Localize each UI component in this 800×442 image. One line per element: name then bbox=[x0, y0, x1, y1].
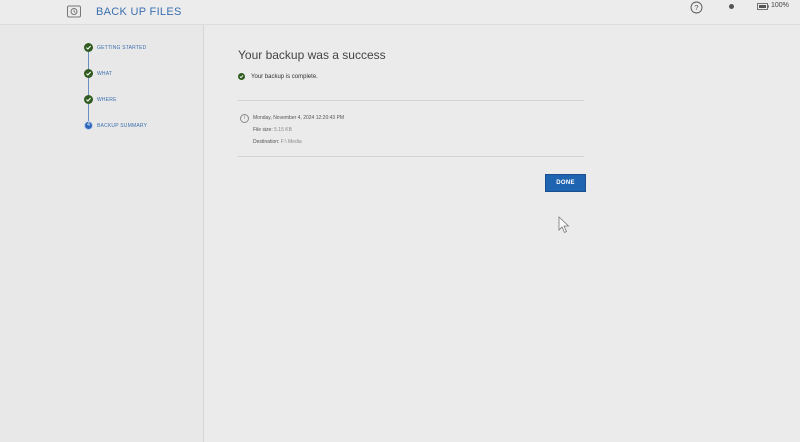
mouse-cursor-icon bbox=[558, 216, 570, 234]
wizard-sidebar bbox=[0, 25, 204, 442]
check-icon bbox=[84, 43, 93, 52]
page-title: Your backup was a success bbox=[238, 48, 386, 62]
step-label: WHAT bbox=[97, 70, 113, 77]
step-connector bbox=[88, 48, 89, 126]
divider bbox=[238, 100, 584, 101]
main-content: Your backup was a success Your backup is… bbox=[204, 25, 800, 442]
file-size-label: File size: bbox=[253, 127, 273, 133]
step-getting-started[interactable]: GETTING STARTED bbox=[84, 43, 146, 52]
backup-drive-icon bbox=[67, 5, 81, 18]
app-header: BACK UP FILES ? 100% bbox=[0, 0, 800, 25]
step-where[interactable]: WHERE bbox=[84, 95, 117, 104]
destination-label: Destination: bbox=[253, 139, 280, 145]
file-size-value: 5.15 KB bbox=[274, 127, 292, 133]
destination-value: F:\ Media bbox=[280, 139, 302, 145]
battery-level: 100% bbox=[771, 2, 789, 9]
svg-text:?: ? bbox=[694, 3, 698, 12]
step-backup-summary[interactable]: 4 BACKUP SUMMARY bbox=[84, 121, 147, 130]
success-check-icon bbox=[238, 73, 245, 80]
help-circle-icon[interactable]: ? bbox=[690, 1, 703, 14]
file-size-row: File size: 5.15 KB bbox=[253, 127, 292, 133]
step-label: GETTING STARTED bbox=[97, 44, 147, 51]
app-title: BACK UP FILES bbox=[96, 6, 182, 18]
step-what[interactable]: WHAT bbox=[84, 69, 112, 78]
status-row: Your backup is complete. bbox=[238, 73, 318, 80]
step-label: BACKUP SUMMARY bbox=[97, 122, 148, 129]
info-icon: i bbox=[240, 114, 249, 123]
status-dot-icon bbox=[729, 4, 734, 9]
backup-datetime: Monday, November 4, 2024 12:20:43 PM bbox=[253, 115, 345, 121]
step-number-icon: 4 bbox=[84, 121, 93, 130]
status-message: Your backup is complete. bbox=[251, 73, 318, 80]
check-icon bbox=[84, 95, 93, 104]
check-icon bbox=[84, 69, 93, 78]
step-label: WHERE bbox=[97, 96, 117, 103]
divider bbox=[238, 156, 584, 157]
done-button[interactable]: DONE bbox=[545, 174, 586, 192]
destination-row: Destination: F:\ Media bbox=[253, 139, 302, 145]
battery-icon bbox=[757, 3, 769, 10]
